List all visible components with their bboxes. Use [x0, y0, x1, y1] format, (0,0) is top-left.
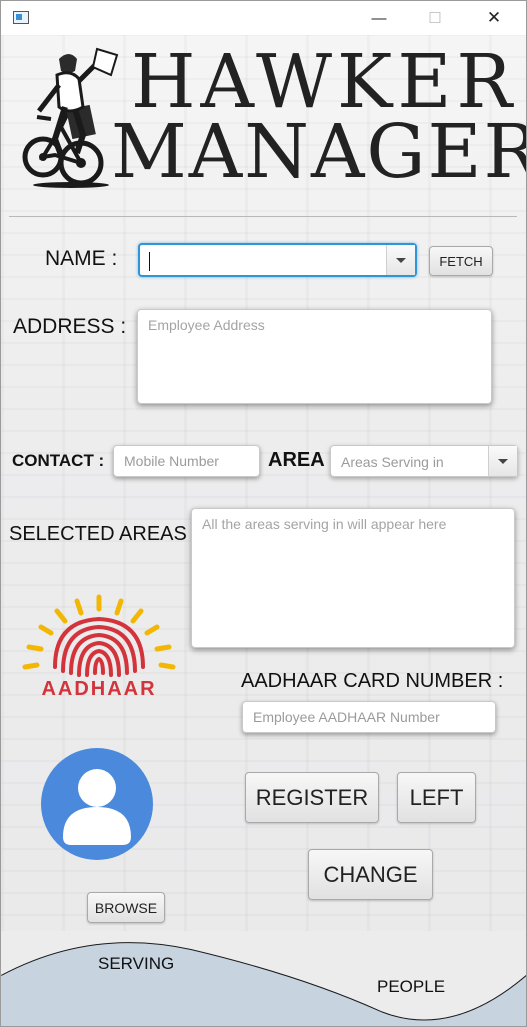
avatar-icon	[40, 747, 154, 861]
app-title-line2: MANAGER	[111, 109, 527, 195]
selected-areas-label: SELECTED AREAS :	[9, 523, 198, 545]
area-combobox[interactable]: Areas Serving in	[330, 445, 518, 477]
aadhaar-number-input[interactable]: Employee AADHAAR Number	[242, 701, 496, 733]
maximize-button[interactable]: ☐	[412, 1, 458, 35]
fetch-button[interactable]: FETCH	[429, 246, 493, 276]
text-cursor	[149, 252, 150, 271]
chevron-down-icon[interactable]	[488, 446, 517, 476]
minimize-button[interactable]: —	[356, 1, 402, 35]
cyclist-logo-icon	[21, 45, 121, 191]
aadhaar-logo-icon: AADHAAR	[19, 593, 179, 703]
chevron-down-icon[interactable]	[386, 245, 415, 275]
serving-label: SERVING	[98, 954, 175, 973]
title-bar: — ☐ ✕	[1, 1, 526, 35]
aadhaar-number-label: AADHAAR CARD NUMBER :	[241, 670, 504, 692]
name-combobox[interactable]	[138, 243, 417, 277]
register-button[interactable]: REGISTER	[245, 772, 379, 823]
app-icon	[13, 11, 29, 24]
app-window: — ☐ ✕ HAWKER MANAGER NAME : FETCH ADDRES…	[0, 0, 527, 1027]
change-button[interactable]: CHANGE	[308, 849, 433, 900]
name-label: NAME :	[45, 247, 118, 270]
aadhaar-logo-text: AADHAAR	[41, 678, 156, 700]
mobile-number-input[interactable]: Mobile Number	[113, 445, 260, 477]
left-button[interactable]: LEFT	[397, 772, 476, 823]
area-label: AREA	[268, 449, 325, 471]
browse-button[interactable]: BROWSE	[87, 892, 165, 923]
address-textarea[interactable]: Employee Address	[137, 309, 492, 404]
selected-areas-textarea[interactable]: All the areas serving in will appear her…	[191, 508, 515, 648]
people-label: PEOPLE	[377, 977, 446, 996]
close-button[interactable]: ✕	[471, 1, 517, 35]
header-divider	[9, 216, 517, 217]
footer-wave-line	[1, 931, 526, 1026]
area-placeholder: Areas Serving in	[341, 454, 444, 470]
contact-label: CONTACT :	[12, 451, 105, 470]
address-label: ADDRESS :	[13, 315, 127, 338]
